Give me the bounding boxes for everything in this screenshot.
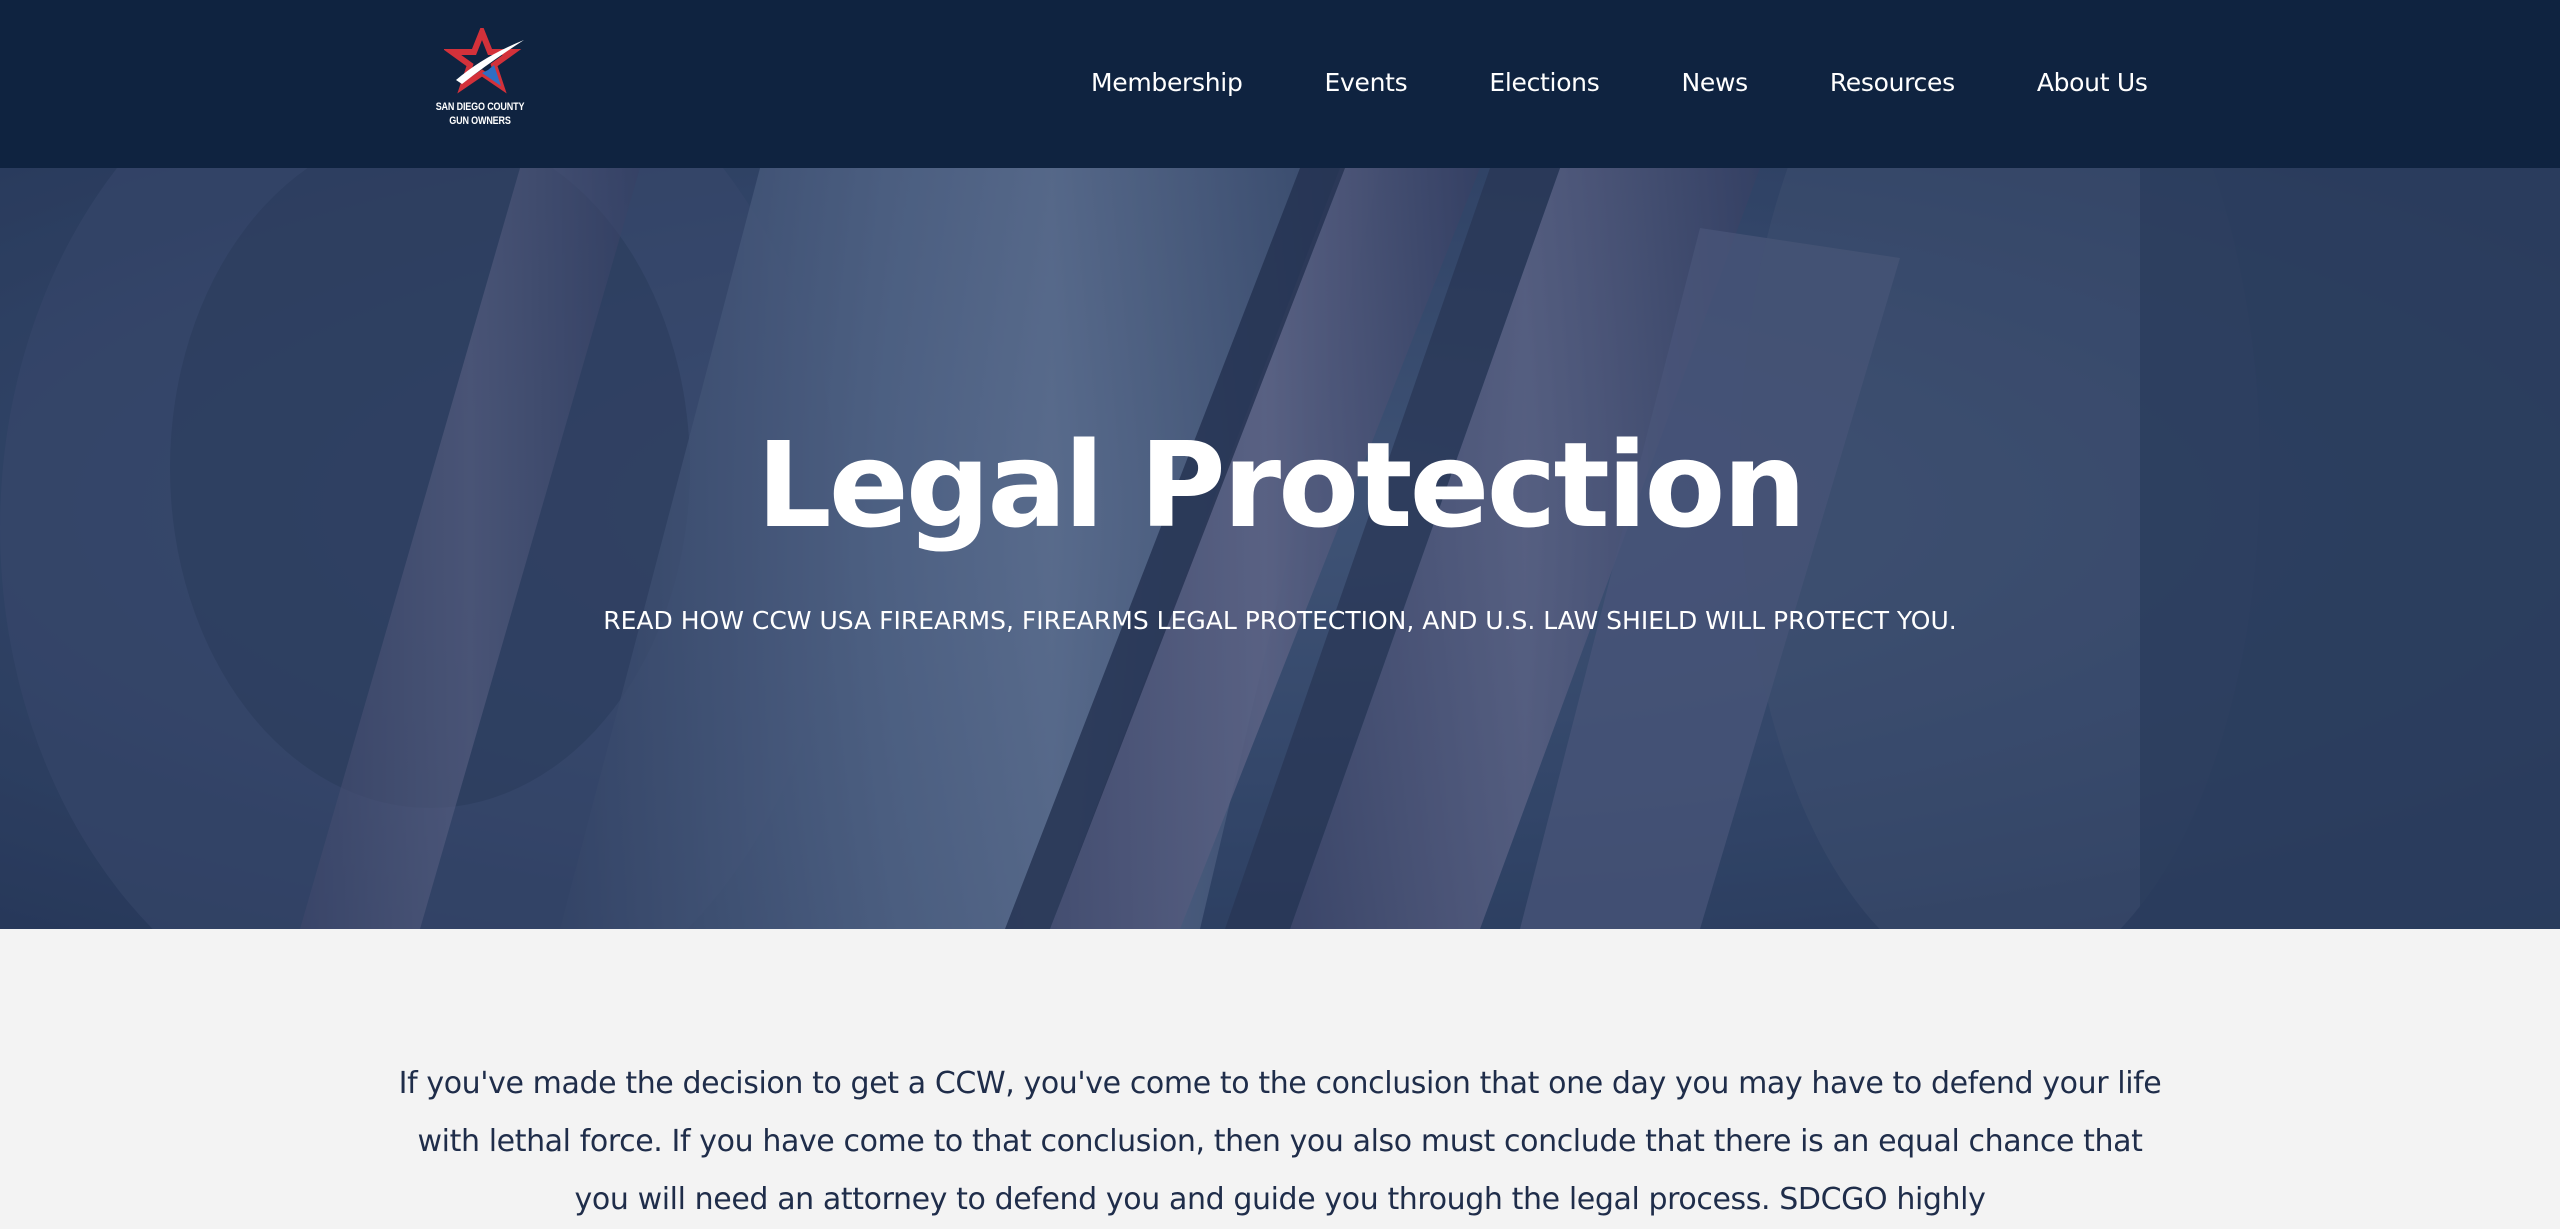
nav-item-resources[interactable]: Resources — [1789, 68, 1996, 97]
intro-paragraph: If you've made the decision to get a CCW… — [398, 1066, 2162, 1217]
logo-line-2: GUN OWNERS — [449, 115, 511, 127]
nav-item-events[interactable]: Events — [1284, 68, 1449, 97]
star-swoosh-logo-icon — [444, 28, 524, 94]
page-subtitle: READ HOW CCW USA FIREARMS, FIREARMS LEGA… — [603, 606, 1957, 635]
nav-item-membership[interactable]: Membership — [1050, 68, 1284, 97]
main-nav: Membership Events Elections News Resourc… — [1050, 58, 2189, 106]
hero-banner: Legal Protection READ HOW CCW USA FIREAR… — [0, 168, 2560, 929]
nav-item-elections[interactable]: Elections — [1448, 68, 1640, 97]
logo-line-1: SAN DIEGO COUNTY — [435, 101, 525, 113]
nav-item-news[interactable]: News — [1640, 68, 1788, 97]
site-logo[interactable]: SAN DIEGO COUNTY GUN OWNERS — [420, 28, 540, 140]
main-content: If you've made the decision to get a CCW… — [0, 929, 2560, 1217]
page-title: Legal Protection — [756, 416, 1807, 554]
site-header: SAN DIEGO COUNTY GUN OWNERS Membership E… — [0, 0, 2560, 168]
nav-item-about-us[interactable]: About Us — [1996, 68, 2189, 97]
logo-text: SAN DIEGO COUNTY GUN OWNERS — [431, 100, 529, 128]
